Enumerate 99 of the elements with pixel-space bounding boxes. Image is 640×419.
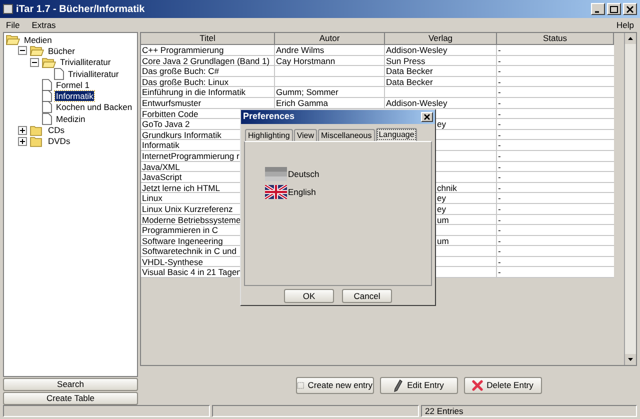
dialog-tab[interactable]: Miscellaneous xyxy=(318,129,375,141)
table-cell: Einführung in die Informatik xyxy=(141,87,275,98)
table-cell: - xyxy=(497,119,614,130)
table-cell: - xyxy=(497,204,614,214)
tree-item[interactable]: Informatik xyxy=(55,91,94,102)
table-cell: - xyxy=(497,236,614,246)
table-cell: - xyxy=(497,267,614,278)
column-header[interactable]: Titel xyxy=(141,33,275,45)
table-cell: - xyxy=(497,246,614,257)
minimize-button[interactable] xyxy=(591,3,605,15)
table-cell: - xyxy=(497,130,614,140)
action-button[interactable]: Create new entry xyxy=(296,377,374,394)
action-button[interactable]: Edit Entry xyxy=(380,377,458,394)
tree-item[interactable]: CDs xyxy=(47,125,66,136)
document-icon xyxy=(54,68,64,80)
window-title: iTar 1.7 - Bücher/Informatik xyxy=(16,2,145,16)
table-cell: - xyxy=(497,45,614,56)
column-header[interactable]: Status xyxy=(497,33,614,45)
tree-item[interactable]: DVDs xyxy=(47,136,72,146)
vertical-scrollbar[interactable] xyxy=(624,33,636,365)
close-icon xyxy=(626,6,634,12)
entry-count: 22 Entries xyxy=(425,406,464,416)
table-cell: Data Becker xyxy=(385,76,497,88)
table-cell: Das große Buch: C# xyxy=(141,66,275,77)
table-cell: - xyxy=(497,182,614,194)
table-cell: Addison-Wesley xyxy=(385,98,497,109)
table-cell: - xyxy=(497,172,614,183)
column-header[interactable]: Autor xyxy=(275,33,385,45)
table-cell: Das große Buch: Linux xyxy=(141,76,275,88)
close-button[interactable] xyxy=(623,3,637,15)
table-cell: - xyxy=(497,214,614,226)
side-button[interactable]: Search xyxy=(3,378,138,391)
column-header[interactable]: Verlag xyxy=(385,33,497,45)
tree-item[interactable]: Medien xyxy=(23,34,53,45)
table-cell: - xyxy=(497,108,614,120)
language-option[interactable]: English xyxy=(288,186,316,198)
document-icon xyxy=(42,90,52,102)
side-button[interactable]: Create Table xyxy=(3,392,138,405)
table-cell: Core Java 2 Grundlagen (Band 1) xyxy=(141,56,275,66)
menu-item[interactable]: File xyxy=(6,18,20,32)
close-icon xyxy=(424,114,430,120)
menu-item[interactable]: Help xyxy=(616,18,634,32)
action-button[interactable]: Delete Entry xyxy=(464,377,542,394)
uk-flag-icon xyxy=(265,185,287,199)
table-cell: - xyxy=(497,162,614,172)
table-cell: - xyxy=(497,98,614,109)
tree-item[interactable]: Formel 1 xyxy=(55,80,91,90)
dialog-tab[interactable]: Language xyxy=(376,128,418,141)
document-icon xyxy=(42,112,52,125)
scroll-up-icon[interactable] xyxy=(625,33,636,44)
table-cell: Data Becker xyxy=(385,66,497,77)
dialog-tab[interactable]: Highlighting xyxy=(245,129,293,141)
scroll-down-icon[interactable] xyxy=(625,354,636,365)
tree-item[interactable]: Trivialliteratur xyxy=(59,57,112,68)
table-cell: - xyxy=(497,193,614,204)
table-cell: - xyxy=(497,66,614,77)
expand-icon[interactable] xyxy=(18,136,27,146)
open-folder-icon xyxy=(42,56,56,68)
table-cell: Entwurfsmuster xyxy=(141,98,275,109)
tree-item[interactable]: Bücher xyxy=(47,46,76,56)
menu-item[interactable]: Extras xyxy=(32,18,56,32)
collapse-icon[interactable] xyxy=(18,46,27,56)
document-icon xyxy=(42,101,52,114)
folder-icon xyxy=(30,124,44,136)
table-cell: Erich Gamma xyxy=(275,98,385,109)
table-cell: - xyxy=(497,150,614,162)
dialog-tab[interactable]: View xyxy=(294,129,318,141)
maximize-icon xyxy=(610,6,618,12)
table-cell: - xyxy=(497,56,614,66)
dialog-button[interactable]: Cancel xyxy=(342,288,392,302)
table-cell: Andre Wilms xyxy=(275,45,385,56)
collapse-icon[interactable] xyxy=(30,58,39,67)
table-cell: Gumm; Sommer xyxy=(275,87,385,98)
pencil-icon xyxy=(393,379,404,392)
dialog-button[interactable]: OK xyxy=(284,288,334,302)
delete-icon xyxy=(472,380,483,391)
language-option[interactable]: Deutsch xyxy=(288,168,320,180)
table-cell: - xyxy=(497,76,614,88)
table-cell: - xyxy=(497,256,614,268)
maximize-button[interactable] xyxy=(607,3,621,15)
open-folder-icon xyxy=(30,45,44,56)
table-cell: - xyxy=(497,225,614,236)
document-icon xyxy=(42,78,52,91)
new-entry-icon xyxy=(296,380,304,391)
table-cell: Sun Press xyxy=(385,56,497,66)
flag-icon xyxy=(265,167,287,181)
tree-item[interactable]: Kochen und Backen xyxy=(55,102,134,112)
folder-icon xyxy=(30,136,44,147)
open-folder-icon xyxy=(6,34,20,46)
tree-item[interactable]: Trivialliteratur xyxy=(67,68,120,79)
table-cell: - xyxy=(497,87,614,98)
expand-icon[interactable] xyxy=(18,126,27,135)
table-cell: Cay Horstmann xyxy=(275,56,385,66)
table-cell: C++ Programmierung xyxy=(141,45,275,56)
app-icon xyxy=(3,4,13,14)
tree-item[interactable]: Medizin xyxy=(55,114,86,124)
table-cell: Addison-Wesley xyxy=(385,45,497,56)
table-cell: - xyxy=(497,140,614,151)
close-button[interactable] xyxy=(421,112,433,122)
